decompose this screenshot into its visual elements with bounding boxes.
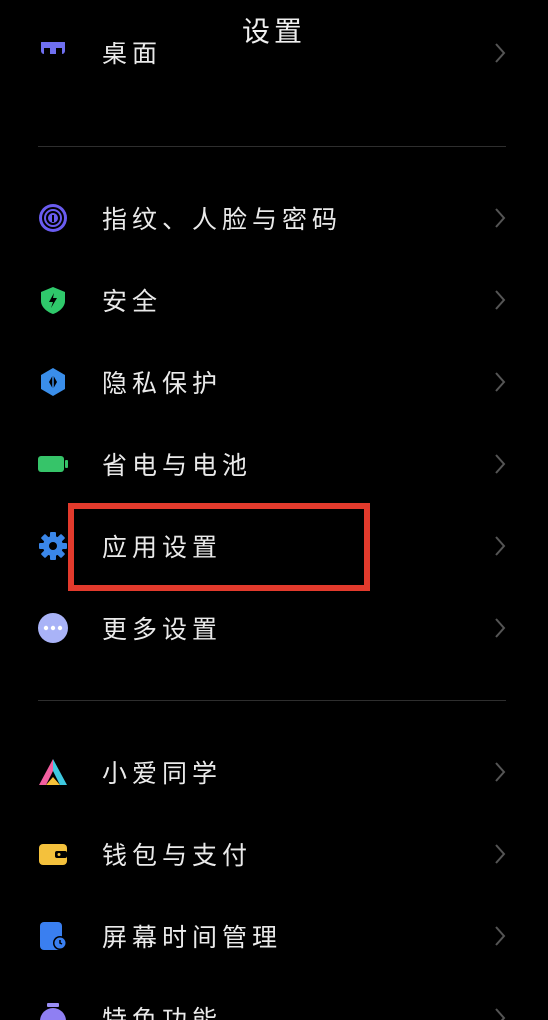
settings-item-battery[interactable]: 省电与电池 bbox=[0, 424, 548, 504]
features-icon bbox=[40, 1003, 66, 1020]
settings-item-label: 钱包与支付 bbox=[102, 841, 253, 870]
settings-item-fingerprint[interactable]: 指纹、人脸与密码 bbox=[0, 178, 548, 258]
battery-icon bbox=[38, 456, 68, 472]
xiaoai-icon bbox=[39, 759, 67, 785]
settings-item-privacy[interactable]: 隐私保护 bbox=[0, 342, 548, 422]
chevron-right-icon bbox=[495, 208, 506, 228]
settings-item-features[interactable]: 特色功能 bbox=[0, 978, 548, 1020]
chevron-right-icon bbox=[495, 43, 506, 63]
chevron-right-icon bbox=[495, 844, 506, 864]
chevron-right-icon bbox=[495, 454, 506, 474]
chevron-right-icon bbox=[495, 372, 506, 392]
settings-item-security[interactable]: 安全 bbox=[0, 260, 548, 340]
settings-item-label: 小爱同学 bbox=[102, 759, 223, 788]
chevron-right-icon bbox=[495, 618, 506, 638]
desktop-icon bbox=[41, 42, 65, 54]
settings-item-label: 屏幕时间管理 bbox=[102, 923, 283, 952]
settings-item-xiaoai[interactable]: 小爱同学 bbox=[0, 732, 548, 812]
settings-item-wallet[interactable]: 钱包与支付 bbox=[0, 814, 548, 894]
settings-item-screen-time[interactable]: 屏幕时间管理 bbox=[0, 896, 548, 976]
section-divider bbox=[38, 700, 506, 701]
gear-icon bbox=[39, 532, 67, 560]
settings-item-label: 桌面 bbox=[102, 42, 163, 68]
privacy-icon bbox=[41, 368, 65, 396]
shield-icon bbox=[41, 287, 65, 314]
settings-item-more[interactable]: 更多设置 bbox=[0, 588, 548, 668]
fingerprint-icon bbox=[39, 204, 67, 232]
settings-item-label: 安全 bbox=[102, 287, 163, 316]
settings-item-label: 更多设置 bbox=[102, 615, 223, 644]
settings-item-label: 省电与电池 bbox=[102, 451, 253, 480]
highlight-box bbox=[68, 503, 370, 591]
settings-item-label: 指纹、人脸与密码 bbox=[102, 205, 343, 234]
settings-item-label: 隐私保护 bbox=[102, 369, 223, 398]
screen-time-icon bbox=[40, 922, 67, 950]
chevron-right-icon bbox=[495, 926, 506, 946]
settings-item-label: 特色功能 bbox=[102, 1005, 223, 1020]
chevron-right-icon bbox=[495, 536, 506, 556]
settings-item-desktop[interactable]: 桌面 bbox=[0, 42, 548, 112]
chevron-right-icon bbox=[495, 762, 506, 782]
wallet-icon bbox=[39, 844, 67, 865]
section-divider bbox=[38, 146, 506, 147]
more-icon bbox=[38, 613, 68, 643]
chevron-right-icon bbox=[495, 1008, 506, 1020]
chevron-right-icon bbox=[495, 290, 506, 310]
